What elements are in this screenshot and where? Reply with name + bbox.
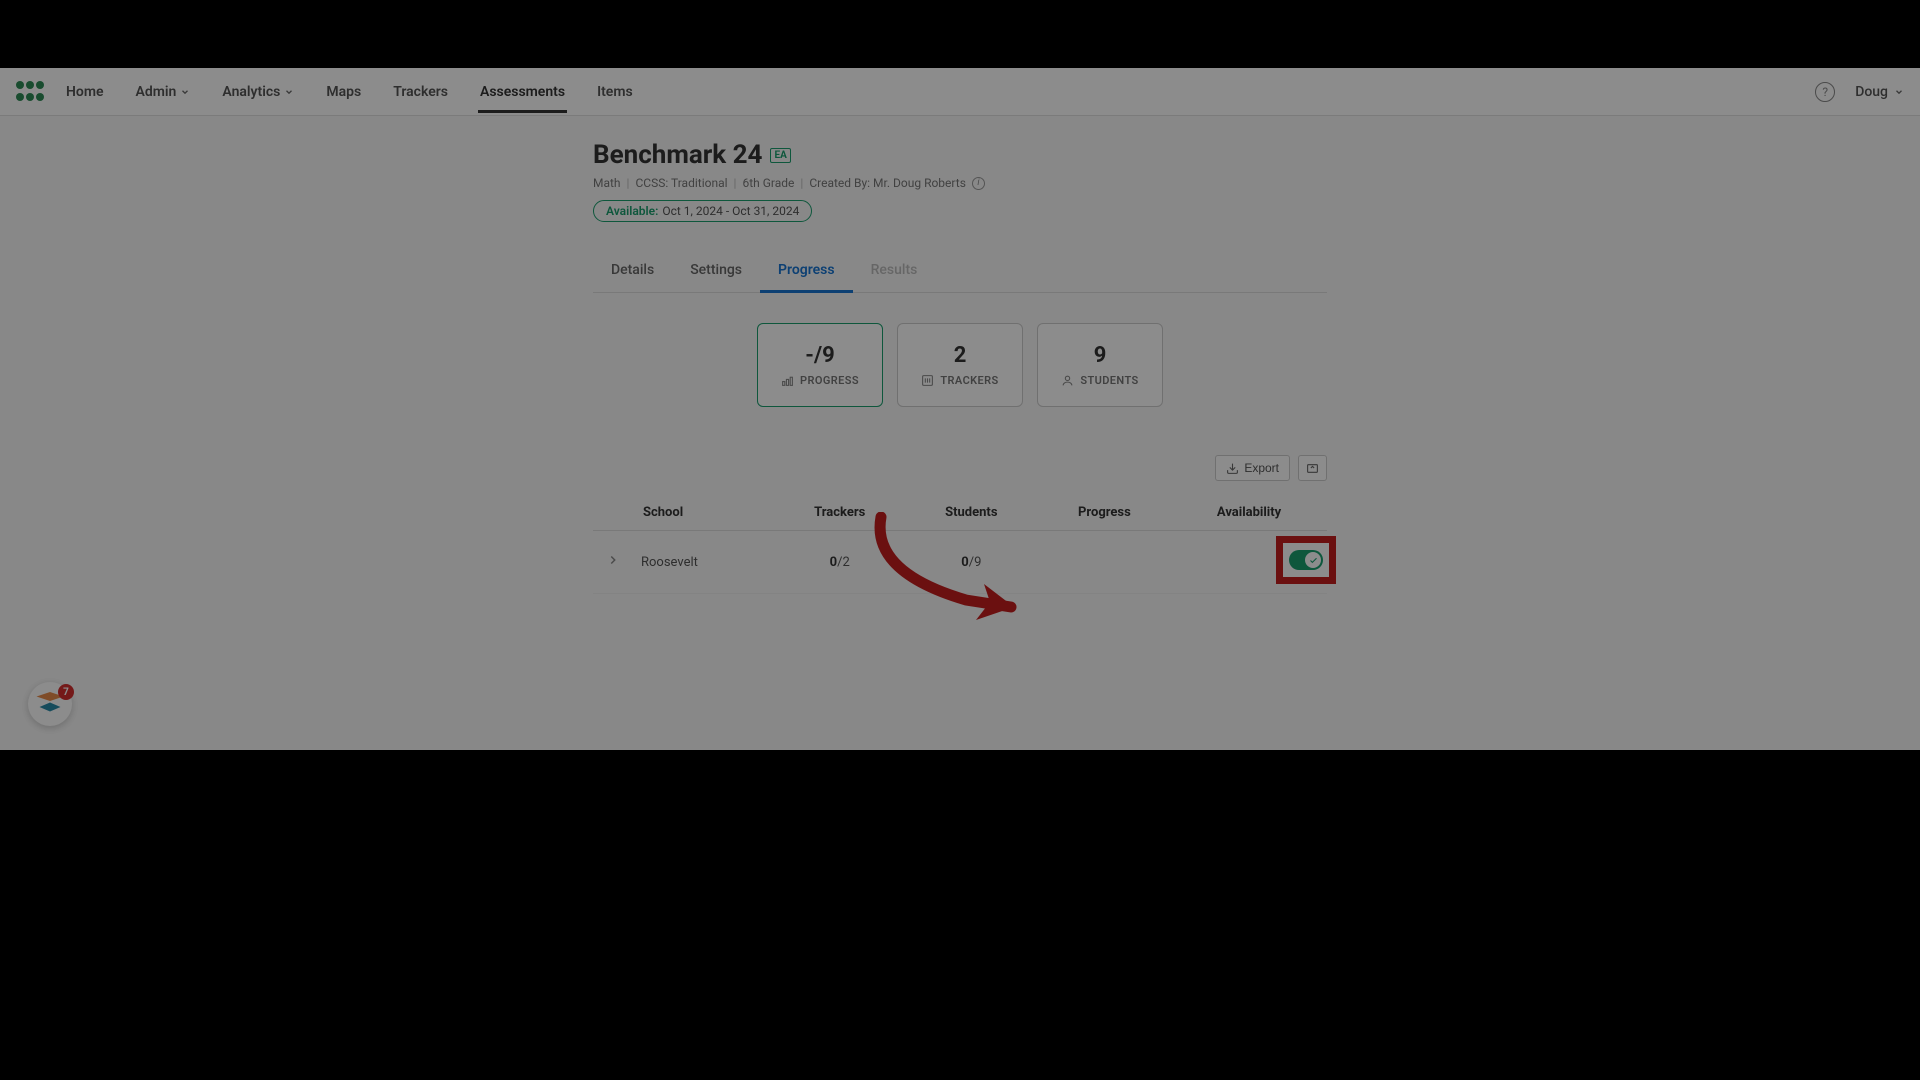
tab-results: Results xyxy=(853,250,936,293)
help-widget[interactable]: 7 xyxy=(28,682,72,726)
cell-trackers: 0/2 xyxy=(775,531,905,594)
page-title: Benchmark 24 xyxy=(593,140,762,170)
meta-subject: Math xyxy=(593,176,621,190)
chevron-down-icon xyxy=(180,87,190,97)
chevron-down-icon xyxy=(284,87,294,97)
export-label: Export xyxy=(1244,461,1279,475)
cell-students: 0/9 xyxy=(905,531,1038,594)
tab-details[interactable]: Details xyxy=(593,250,672,293)
nav-items[interactable]: Items xyxy=(595,71,635,113)
th-trackers: Trackers xyxy=(775,495,905,531)
cell-school[interactable]: Roosevelt xyxy=(633,531,775,594)
fullscreen-button[interactable] xyxy=(1298,455,1327,481)
nav-analytics[interactable]: Analytics xyxy=(220,71,296,113)
export-button[interactable]: Export xyxy=(1215,455,1290,481)
stat-trackers-value: 2 xyxy=(954,343,967,368)
meta-grade: 6th Grade xyxy=(742,176,794,190)
nav-items: Home Admin Analytics Maps Trackers Asses… xyxy=(64,71,635,113)
tab-settings[interactable]: Settings xyxy=(672,250,760,293)
stat-students-value: 9 xyxy=(1094,343,1107,368)
th-school: School xyxy=(593,495,775,531)
stat-progress-label: PROGRESS xyxy=(800,374,859,387)
meta-created-by: Created By: Mr. Doug Roberts xyxy=(809,176,966,190)
widget-badge: 7 xyxy=(58,684,74,700)
highlight-annotation xyxy=(1276,536,1336,584)
help-icon[interactable]: ? xyxy=(1815,82,1835,102)
stat-progress-value: - xyxy=(805,343,814,368)
nav-home[interactable]: Home xyxy=(64,71,106,113)
tabs: Details Settings Progress Results xyxy=(593,250,1327,293)
check-icon xyxy=(1309,556,1318,565)
nav-assessments[interactable]: Assessments xyxy=(478,71,567,113)
availability-pill: Available: Oct 1, 2024 - Oct 31, 2024 xyxy=(593,200,812,222)
stat-progress-sub: /9 xyxy=(814,343,835,368)
stat-students-label: STUDENTS xyxy=(1080,374,1138,387)
chevron-right-icon[interactable] xyxy=(606,553,620,567)
export-icon xyxy=(1226,462,1239,475)
nav-trackers[interactable]: Trackers xyxy=(391,71,450,113)
user-name: Doug xyxy=(1855,84,1888,100)
nav-maps[interactable]: Maps xyxy=(324,71,363,113)
bar-chart-icon xyxy=(781,374,794,387)
tracker-icon xyxy=(921,374,934,387)
availability-dates: Oct 1, 2024 - Oct 31, 2024 xyxy=(662,204,799,218)
app-logo[interactable] xyxy=(16,81,46,103)
info-icon[interactable]: i xyxy=(972,177,985,190)
expand-icon xyxy=(1306,462,1319,475)
tab-progress[interactable]: Progress xyxy=(760,250,853,293)
stat-trackers-label: TRACKERS xyxy=(940,374,998,387)
user-menu[interactable]: Doug xyxy=(1855,84,1904,100)
meta-standard: CCSS: Traditional xyxy=(635,176,727,190)
stat-card-trackers[interactable]: 2 TRACKERS xyxy=(897,323,1023,407)
students-icon xyxy=(1061,374,1074,387)
meta-row: Math | CCSS: Traditional | 6th Grade | C… xyxy=(593,176,1327,190)
availability-toggle[interactable] xyxy=(1289,550,1323,570)
th-progress: Progress xyxy=(1038,495,1171,531)
cell-progress xyxy=(1038,531,1171,594)
chevron-down-icon xyxy=(1894,87,1904,97)
nav-analytics-label: Analytics xyxy=(222,84,280,100)
badge-ea: EA xyxy=(770,148,790,163)
availability-label: Available: xyxy=(606,204,658,218)
stat-card-students[interactable]: 9 STUDENTS xyxy=(1037,323,1163,407)
nav-admin-label: Admin xyxy=(136,84,177,100)
th-students: Students xyxy=(905,495,1038,531)
th-availability: Availability xyxy=(1171,495,1327,531)
nav-admin[interactable]: Admin xyxy=(134,71,193,113)
stat-card-progress[interactable]: -/9 PROGRESS xyxy=(757,323,883,407)
progress-table: School Trackers Students Progress Availa… xyxy=(593,495,1327,594)
top-navbar: Home Admin Analytics Maps Trackers Asses… xyxy=(0,68,1920,116)
table-row: Roosevelt 0/2 0/9 xyxy=(593,531,1327,594)
